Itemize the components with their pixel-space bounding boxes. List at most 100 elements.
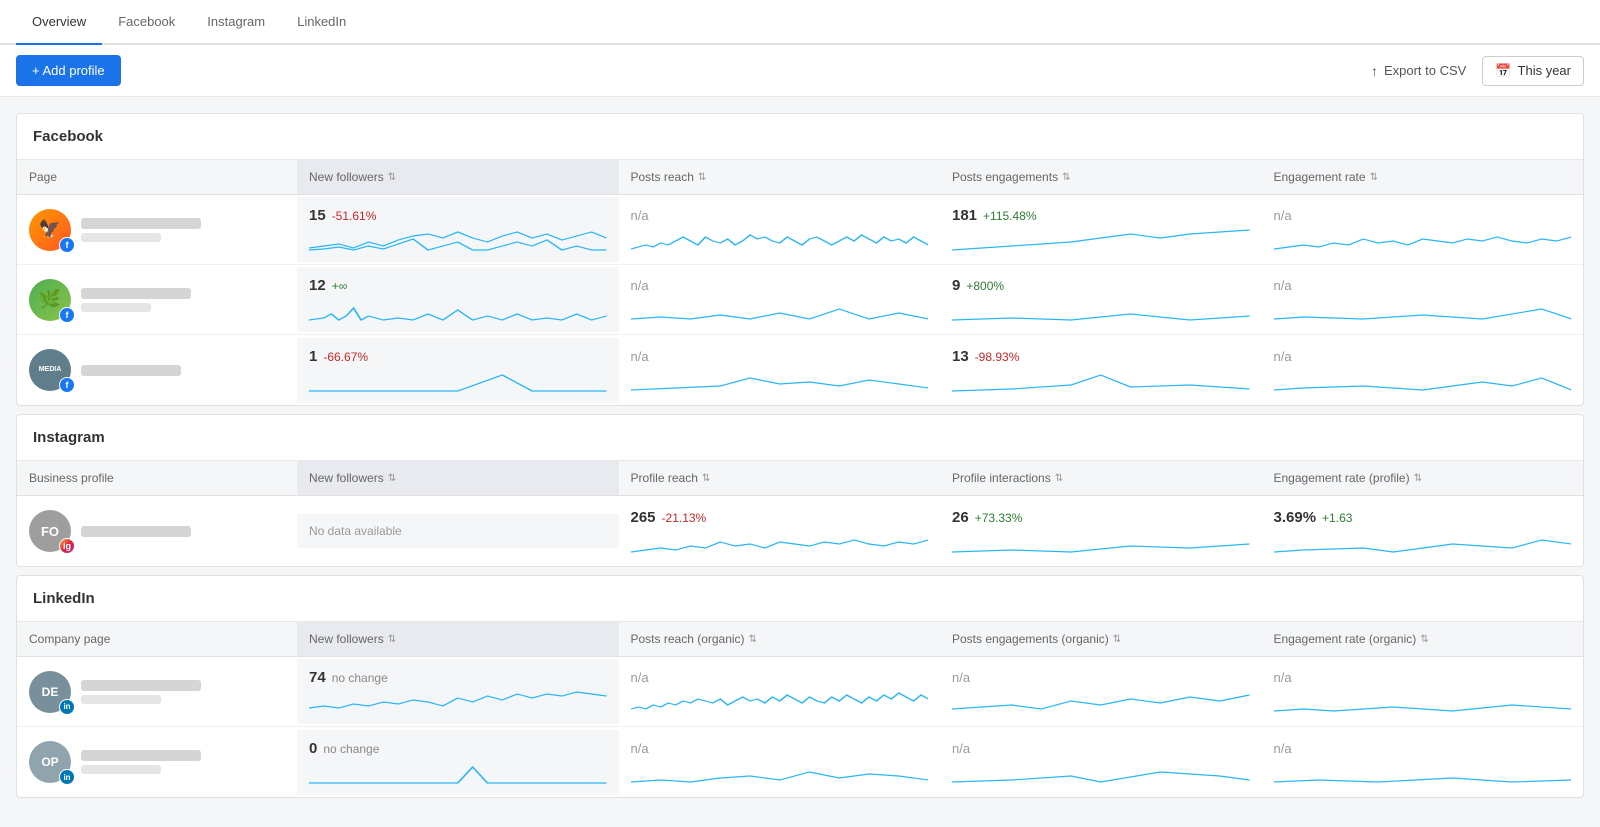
engagements-value: 13 bbox=[952, 348, 969, 365]
nav-item-linkedin[interactable]: LinkedIn bbox=[281, 0, 362, 43]
followers-change: no change bbox=[323, 742, 379, 756]
reach-value: n/a bbox=[631, 349, 929, 364]
instagram-table-header: Business profile New followers ⇅ Profile… bbox=[17, 461, 1583, 496]
cell: n/a bbox=[619, 731, 941, 794]
linkedin-table-header: Company page New followers ⇅ Posts reach… bbox=[17, 622, 1583, 657]
metric-row: 15 -51.61% bbox=[309, 207, 607, 224]
cell: n/a bbox=[1262, 660, 1584, 723]
fb-col-engagement-rate[interactable]: Engagement rate ⇅ bbox=[1262, 160, 1584, 194]
reach-value: 265 bbox=[631, 509, 656, 526]
export-icon: ↑ bbox=[1371, 63, 1378, 79]
engagements-value: 181 bbox=[952, 207, 977, 224]
nav-item-instagram[interactable]: Instagram bbox=[191, 0, 281, 43]
sparkline-ig-interactions bbox=[952, 526, 1250, 554]
table-row: OP in 0 no change n/a bbox=[17, 727, 1583, 797]
fb-col-posts-engagements[interactable]: Posts engagements ⇅ bbox=[940, 160, 1262, 194]
followers-change: -66.67% bbox=[323, 350, 368, 364]
sort-icon-ig-reach: ⇅ bbox=[702, 473, 710, 484]
profile-cell: OP in bbox=[17, 731, 297, 793]
followers-change: no change bbox=[332, 671, 388, 685]
platform-badge-fb3: f bbox=[59, 377, 75, 393]
ig-col-reach[interactable]: Profile reach ⇅ bbox=[619, 461, 941, 495]
date-filter-button[interactable]: 📅 This year bbox=[1482, 56, 1584, 86]
sparkline-fb-3-reach bbox=[631, 364, 929, 392]
sparkline-fb-3-rate bbox=[1274, 364, 1572, 392]
li-col-engagements[interactable]: Posts engagements (organic) ⇅ bbox=[940, 622, 1262, 656]
sort-icon-fb-reach: ⇅ bbox=[698, 172, 706, 183]
interactions-change: +73.33% bbox=[975, 511, 1023, 525]
table-row: MEDIA f 1 -66.67% n/a bbox=[17, 335, 1583, 405]
rate-change: +1.63 bbox=[1322, 511, 1352, 525]
li-col-rate[interactable]: Engagement rate (organic) ⇅ bbox=[1262, 622, 1584, 656]
platform-badge-li1: in bbox=[59, 699, 75, 715]
li-col-reach[interactable]: Posts reach (organic) ⇅ bbox=[619, 622, 941, 656]
top-nav: Overview Facebook Instagram LinkedIn bbox=[0, 0, 1600, 45]
sparkline-fb-3-followers bbox=[309, 365, 607, 393]
sparkline-fb-1-reach bbox=[631, 223, 929, 251]
followers-value: 0 bbox=[309, 740, 317, 757]
ig-col-rate[interactable]: Engagement rate (profile) ⇅ bbox=[1262, 461, 1584, 495]
engagements-change: +115.48% bbox=[983, 209, 1037, 223]
sort-icon-li-reach: ⇅ bbox=[749, 634, 757, 645]
followers-value: 12 bbox=[309, 277, 326, 294]
sort-icon-ig-interactions: ⇅ bbox=[1055, 473, 1063, 484]
engagements-value: 9 bbox=[952, 277, 960, 294]
sort-icon-li-engagements: ⇅ bbox=[1113, 634, 1121, 645]
sort-icon-li-rate: ⇅ bbox=[1420, 634, 1428, 645]
calendar-icon: 📅 bbox=[1495, 63, 1511, 79]
cell-sorted: 74 no change bbox=[297, 659, 619, 724]
li-col-new-followers[interactable]: New followers ⇅ bbox=[297, 622, 619, 656]
avatar: MEDIA f bbox=[29, 349, 71, 391]
export-csv-button[interactable]: ↑ Export to CSV bbox=[1371, 63, 1466, 79]
fb-col-posts-reach[interactable]: Posts reach ⇅ bbox=[619, 160, 941, 194]
cell: n/a bbox=[940, 660, 1262, 723]
sparkline-ig-rate bbox=[1274, 526, 1572, 554]
metric-row: 265 -21.13% bbox=[631, 509, 929, 526]
toolbar: + Add profile ↑ Export to CSV 📅 This yea… bbox=[0, 45, 1600, 97]
facebook-section: Facebook Page New followers ⇅ Posts reac… bbox=[16, 113, 1584, 406]
profile-cell: 🦅 f bbox=[17, 199, 297, 261]
cell: n/a bbox=[619, 660, 941, 723]
profile-cell: DE in bbox=[17, 661, 297, 723]
ig-col-profile: Business profile bbox=[17, 461, 297, 495]
sort-icon-fb-rate: ⇅ bbox=[1370, 172, 1378, 183]
profile-info bbox=[81, 218, 201, 242]
followers-value: 15 bbox=[309, 207, 326, 224]
li-col-page: Company page bbox=[17, 622, 297, 656]
cell-sorted: 15 -51.61% bbox=[297, 197, 619, 262]
metric-row: 74 no change bbox=[309, 669, 607, 686]
add-profile-button[interactable]: + Add profile bbox=[16, 55, 121, 86]
reach-value: n/a bbox=[631, 741, 929, 756]
ig-col-interactions[interactable]: Profile interactions ⇅ bbox=[940, 461, 1262, 495]
sparkline-li-2-rate bbox=[1274, 756, 1572, 784]
metric-row: 9 +800% bbox=[952, 277, 1250, 294]
nav-item-overview[interactable]: Overview bbox=[16, 0, 102, 45]
sort-icon-ig-followers: ⇅ bbox=[388, 473, 396, 484]
sort-icon-fb-followers: ⇅ bbox=[388, 172, 396, 183]
cell-sorted: No data available bbox=[297, 514, 619, 548]
facebook-table-header: Page New followers ⇅ Posts reach ⇅ Posts… bbox=[17, 160, 1583, 195]
sparkline-li-2-reach bbox=[631, 756, 929, 784]
rate-value: n/a bbox=[1274, 349, 1572, 364]
fb-col-new-followers[interactable]: New followers ⇅ bbox=[297, 160, 619, 194]
sparkline-fb-1-engagements bbox=[952, 224, 1250, 252]
profile-cell: FO ig bbox=[17, 500, 297, 562]
facebook-section-title: Facebook bbox=[17, 114, 1583, 160]
ig-col-new-followers[interactable]: New followers ⇅ bbox=[297, 461, 619, 495]
nav-item-facebook[interactable]: Facebook bbox=[102, 0, 191, 43]
platform-badge-ig: ig bbox=[59, 538, 75, 554]
table-row: DE in 74 no change n/a bbox=[17, 657, 1583, 727]
followers-value: 74 bbox=[309, 669, 326, 686]
cell: 181 +115.48% bbox=[940, 197, 1262, 262]
profile-cell: 🌿 f bbox=[17, 269, 297, 331]
reach-value: n/a bbox=[631, 278, 929, 293]
reach-value: n/a bbox=[631, 208, 929, 223]
platform-badge-fb2: f bbox=[59, 307, 75, 323]
cell-sorted: 1 -66.67% bbox=[297, 338, 619, 403]
no-data-label: No data available bbox=[309, 524, 607, 538]
metric-row: 13 -98.93% bbox=[952, 348, 1250, 365]
sparkline-fb-1-followers bbox=[309, 224, 607, 252]
sparkline-fb-2-followers bbox=[309, 294, 607, 322]
profile-info bbox=[81, 288, 191, 312]
sparkline-fb-2-rate bbox=[1274, 293, 1572, 321]
